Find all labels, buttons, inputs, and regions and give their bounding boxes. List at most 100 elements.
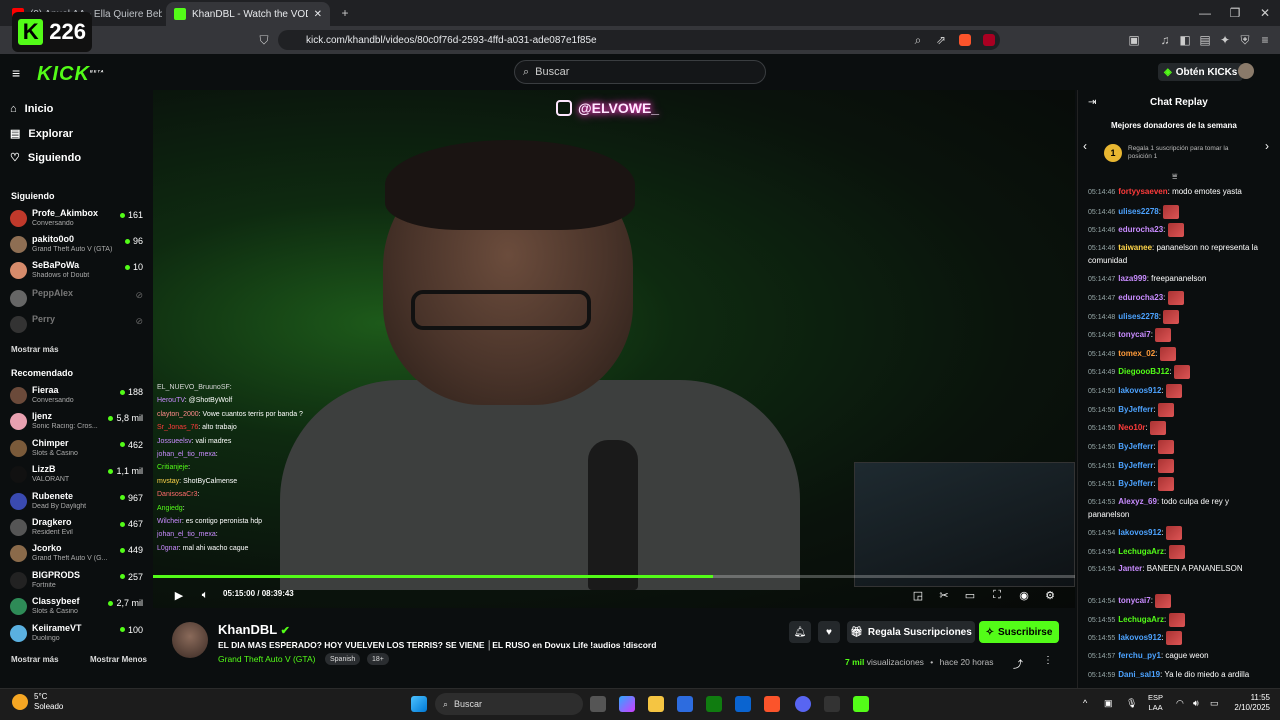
channel-name[interactable]: KhanDBL ✔ — [218, 622, 290, 637]
bookmark-icon[interactable]: ⛉ — [256, 32, 272, 48]
channel-item[interactable]: KeiirameVT Duolingo 100 — [10, 622, 146, 646]
chat-username[interactable]: DiegoooBJ12 — [1118, 367, 1169, 376]
channel-item[interactable]: Fieraa Conversando 188 — [10, 384, 146, 408]
brave-shield-icon[interactable] — [957, 32, 973, 48]
screenshot-icon[interactable]: ▣ — [1126, 32, 1142, 48]
copilot-icon[interactable] — [619, 696, 635, 712]
show-less-button[interactable]: Mostrar Menos — [90, 655, 147, 664]
tag-language[interactable]: Spanish — [325, 653, 361, 665]
more-options-icon[interactable]: ⋮ — [1043, 655, 1053, 666]
chat-message[interactable]: 05:14:50 ByJefferr: — [1088, 403, 1258, 417]
channel-item[interactable]: Dragkero Resident Evil 467 — [10, 516, 146, 540]
show-more-following[interactable]: Mostrar más — [11, 345, 59, 354]
chat-username[interactable]: LechugaArz — [1118, 615, 1164, 624]
chat-username[interactable]: LechugaArz — [1118, 547, 1164, 556]
subscribe-button[interactable]: ✧ Suscribirse — [979, 621, 1059, 643]
chat-username[interactable]: ByJefferr — [1118, 442, 1153, 451]
show-more-button[interactable]: Mostrar más — [11, 655, 59, 664]
wifi-icon[interactable]: ◠ — [1176, 698, 1184, 709]
fullscreen-icon[interactable]: ⛶ — [989, 587, 1005, 603]
share-icon[interactable]: ⇗ — [933, 32, 949, 48]
taskbar-search[interactable]: ⌕ Buscar — [435, 693, 583, 715]
chat-message[interactable]: 05:14:54 Janter: BANEEN A PANANELSON — [1088, 563, 1258, 576]
quality-icon[interactable]: ◉ — [1016, 587, 1032, 603]
settings-gear-icon[interactable]: ⚙ — [1042, 587, 1058, 603]
chat-username[interactable]: ulises2278 — [1118, 312, 1158, 321]
chat-message[interactable]: 05:14:55 Iakovos912: — [1088, 631, 1258, 645]
chat-message[interactable]: 05:14:49 tonycai7: — [1088, 328, 1258, 342]
chat-message[interactable]: 05:14:49 tomex_02: — [1088, 347, 1258, 361]
chat-username[interactable]: fortyysaeven — [1118, 187, 1167, 196]
tag-mature[interactable]: 18+ — [367, 653, 389, 665]
sidebar-icon[interactable]: ◧ — [1177, 32, 1193, 48]
channel-item[interactable]: Chimper Slots & Casino 462 — [10, 437, 146, 461]
chat-username[interactable]: Iakovos912 — [1118, 528, 1161, 537]
chat-message[interactable]: 05:14:53 Alexyz_69: todo culpa de rey y p… — [1088, 496, 1258, 521]
leo-ai-icon[interactable]: ✦ — [1217, 32, 1233, 48]
language-indicator[interactable]: ESP LAA — [1148, 693, 1163, 713]
minimize-button[interactable]: — — [1190, 0, 1220, 26]
speaker-icon[interactable]: 🔊︎ — [1193, 698, 1199, 709]
chat-username[interactable]: Dani_sal19 — [1118, 670, 1160, 679]
channel-item[interactable]: Perry ⊘ — [10, 313, 146, 337]
chat-message[interactable]: 05:14:59 Dani_sal19: Ya le dio miedo a ar… — [1088, 669, 1258, 682]
channel-item[interactable]: Rubenete Dead By Daylight 967 — [10, 490, 146, 514]
chat-username[interactable]: edurocha23 — [1118, 293, 1163, 302]
menu-icon[interactable]: ≡ — [1257, 32, 1273, 48]
chat-message[interactable]: 05:14:46 ulises2278: — [1088, 205, 1258, 219]
chat-message[interactable]: 05:14:49 DiegoooBJ12: — [1088, 365, 1258, 379]
nav-explorar[interactable]: ▤ Explorar — [10, 127, 73, 141]
hamburger-menu-icon[interactable]: ≡ — [12, 65, 20, 81]
wallet-icon[interactable]: ▤ — [1197, 32, 1213, 48]
channel-item[interactable]: Classybeef Slots & Casino 2,7 mil — [10, 595, 146, 619]
xbox-icon[interactable] — [706, 696, 722, 712]
channel-avatar[interactable] — [172, 622, 208, 658]
chat-username[interactable]: Neo10r — [1118, 423, 1145, 432]
brave-browser-icon[interactable] — [764, 696, 780, 712]
new-tab-button[interactable]: + — [330, 0, 360, 26]
mic-icon[interactable]: 🎙︎ — [1126, 698, 1137, 709]
chat-username[interactable]: laza999 — [1118, 274, 1146, 283]
user-avatar[interactable] — [1238, 63, 1254, 79]
channel-item[interactable]: ljenz Sonic Racing: Cros... 5,8 mil — [10, 410, 146, 434]
chat-username[interactable]: tonycai7 — [1118, 330, 1150, 339]
channel-item[interactable]: pakito0o0 Grand Theft Auto V (GTA) 96 — [10, 233, 146, 257]
weather-widget[interactable]: 5°C Soleado — [12, 692, 63, 712]
maximize-button[interactable]: ❐ — [1220, 0, 1250, 26]
tray-app-icon[interactable]: ▣ — [1104, 698, 1113, 709]
gift-subs-button[interactable]: 🎁︎ Regala Suscripciones — [847, 621, 975, 643]
brave-rewards-icon[interactable] — [981, 32, 997, 48]
chat-username[interactable]: Iakovos912 — [1118, 386, 1161, 395]
clip-icon[interactable]: ✂ — [936, 587, 952, 603]
windows-start-icon[interactable] — [411, 696, 427, 712]
chat-message[interactable]: 05:14:46 fortyysaeven: modo emotes yasta — [1088, 186, 1258, 199]
collapse-chat-icon[interactable]: ⇥ — [1088, 97, 1096, 108]
nav-siguiendo[interactable]: ♡ Siguiendo — [10, 151, 81, 165]
url-bar[interactable]: kick.com/khandbl/videos/80c0f76d-2593-4f… — [278, 30, 1000, 50]
chat-username[interactable]: tomex_02 — [1118, 349, 1155, 358]
get-kicks-button[interactable]: ◈ Obtén KICKs — [1158, 63, 1244, 81]
chat-message[interactable]: 05:14:54 Iakovos912: — [1088, 526, 1258, 540]
notification-bell-icon[interactable]: 🔔︎ — [789, 621, 811, 643]
chat-username[interactable]: Alexyz_69 — [1118, 497, 1157, 506]
channel-item[interactable]: BIGPRODS Fortnite 257 — [10, 569, 146, 593]
channel-item[interactable]: SeBaPoWa Shadows of Doubt 10 — [10, 259, 146, 283]
kick-app-icon[interactable] — [853, 696, 869, 712]
nav-inicio[interactable]: ⌂ Inicio — [10, 103, 53, 115]
search-input[interactable]: Buscar — [535, 66, 569, 78]
chat-message[interactable]: 05:14:55 LechugaArz: — [1088, 613, 1258, 627]
tab-kick[interactable]: KhanDBL - Watch the VOD on Ki ✕ — [166, 2, 330, 26]
chat-message[interactable]: 05:14:51 ByJefferr: — [1088, 459, 1258, 473]
chat-message[interactable]: 05:14:47 edurocha23: — [1088, 291, 1258, 305]
chat-username[interactable]: Iakovos912 — [1118, 633, 1161, 642]
chat-message[interactable]: 05:14:50 ByJefferr: — [1088, 440, 1258, 454]
chat-username[interactable]: ByJefferr — [1118, 479, 1153, 488]
tray-chevron-icon[interactable]: ^ — [1083, 698, 1087, 708]
zoom-icon[interactable]: ⌕ — [910, 32, 926, 48]
file-explorer-icon[interactable] — [648, 696, 664, 712]
stream-category[interactable]: Grand Theft Auto V (GTA) — [218, 654, 315, 664]
task-view-icon[interactable] — [590, 696, 606, 712]
play-icon[interactable]: ▶ — [171, 587, 187, 603]
chat-message[interactable]: 05:14:48 ulises2278: — [1088, 310, 1258, 324]
chat-username[interactable]: tonycai7 — [1118, 596, 1150, 605]
